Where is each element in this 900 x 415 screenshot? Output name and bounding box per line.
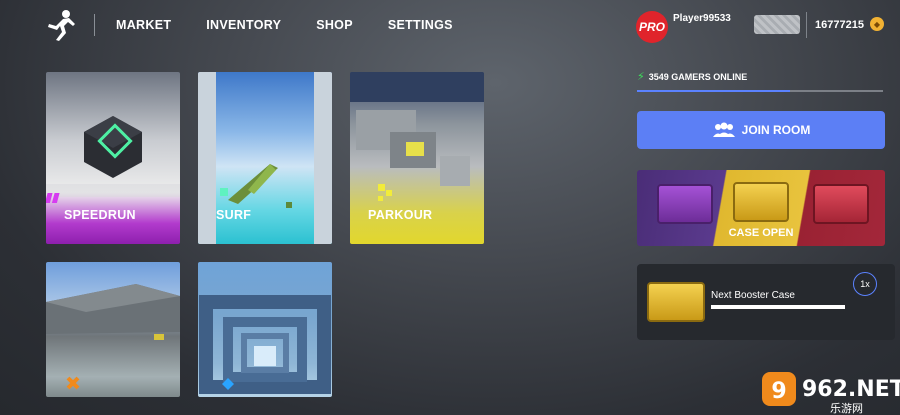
bolt-icon: ⚡ xyxy=(637,71,645,83)
join-room-button[interactable]: JOIN ROOM xyxy=(637,111,885,149)
mode-label-surf: SURF xyxy=(216,208,252,222)
nav-settings[interactable]: SETTINGS xyxy=(388,18,453,32)
crate-icon xyxy=(657,184,713,224)
join-room-label: JOIN ROOM xyxy=(741,123,811,137)
watermark-text: 962.NET xyxy=(802,377,900,402)
case-open-label: CASE OPEN xyxy=(728,227,794,239)
svg-text:9: 9 xyxy=(771,379,786,404)
booster-title: Next Booster Case xyxy=(711,290,795,301)
online-bar xyxy=(637,90,883,92)
online-bar-fill xyxy=(637,90,790,92)
crate-icon xyxy=(647,282,705,322)
map4-art xyxy=(46,284,180,390)
player-level-bar[interactable] xyxy=(754,15,800,34)
online-counter: ⚡ 3549 GAMERS ONLINE xyxy=(637,70,747,83)
mode-card-map4[interactable] xyxy=(46,262,180,397)
coin-balance: 16777215 xyxy=(815,19,864,31)
booster-progress xyxy=(711,305,845,309)
crate-icon xyxy=(733,182,789,222)
mode-card-speedrun[interactable]: SPEEDRUN xyxy=(46,72,180,244)
mode-card-parkour[interactable]: PARKOUR xyxy=(350,72,484,244)
map5-art xyxy=(199,295,331,394)
site-watermark: 9 962.NET 乐游网 xyxy=(762,372,900,415)
online-text: 3549 GAMERS ONLINE xyxy=(648,71,748,82)
booster-multiplier[interactable]: 1x xyxy=(853,272,877,296)
main-nav: MARKET INVENTORY SHOP SETTINGS xyxy=(116,18,488,32)
coin-icon: ◆ xyxy=(870,17,884,31)
crate-icon xyxy=(813,184,869,224)
booster-panel: Next Booster Case 1x xyxy=(637,264,895,340)
nav-shop[interactable]: SHOP xyxy=(316,18,353,32)
pro-badge[interactable]: PRO xyxy=(636,11,668,43)
case-open-button[interactable]: CASE OPEN xyxy=(637,170,885,246)
nav-market[interactable]: MARKET xyxy=(116,18,171,32)
watermark-sub: 乐游网 xyxy=(830,402,863,415)
mode-label-parkour: PARKOUR xyxy=(368,208,433,222)
logo-divider xyxy=(94,14,95,36)
mode-card-surf[interactable]: SURF xyxy=(198,72,332,244)
mode-label-speedrun: SPEEDRUN xyxy=(64,208,136,222)
mode-card-map5[interactable] xyxy=(198,262,332,397)
coin-divider xyxy=(806,12,807,38)
nav-inventory[interactable]: INVENTORY xyxy=(206,18,281,32)
top-bar: MARKET INVENTORY SHOP SETTINGS PRO Playe… xyxy=(0,0,900,52)
users-icon xyxy=(712,122,735,137)
runner-logo-icon[interactable] xyxy=(44,8,78,42)
player-name: Player99533 xyxy=(673,13,731,24)
